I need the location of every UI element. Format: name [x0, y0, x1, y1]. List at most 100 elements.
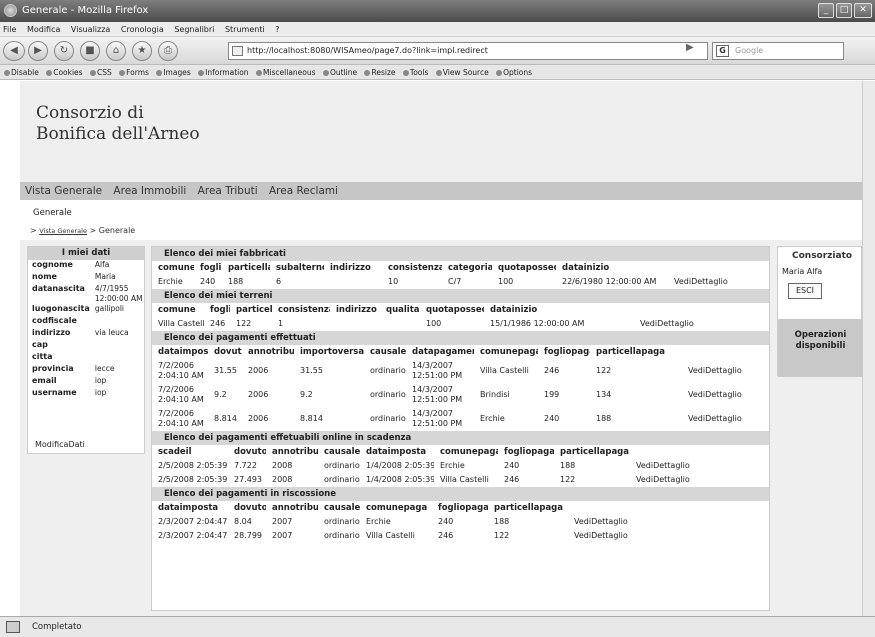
menu-segnalibri[interactable]: Segnalibri [174, 25, 214, 34]
tab-area-immobili[interactable]: Area Immobili [113, 185, 186, 197]
back-icon[interactable]: ◀ [3, 41, 25, 61]
vedi-dettaglio-link[interactable]: VediDettaglio [682, 366, 762, 376]
table-cell: 1/4/2008 2:05:39 AM [366, 461, 434, 470]
table-cell: Erchie [440, 461, 465, 470]
search-placeholder: Google [735, 46, 764, 55]
vedi-dettaglio-link[interactable]: VediDettaglio [682, 414, 762, 424]
column-header: dovuto [214, 347, 242, 357]
forward-icon[interactable]: ▶ [28, 41, 48, 61]
table-cell: 8.814 [300, 414, 323, 423]
dati-row: luogonascita gallipoli [28, 304, 144, 316]
dati-row: cognome Alfa [28, 260, 144, 272]
go-icon[interactable]: ▶ [686, 42, 694, 53]
dev-disable[interactable]: Disable [3, 68, 39, 77]
stop-icon[interactable]: ■ [80, 41, 100, 61]
close-icon[interactable]: ✕ [854, 3, 872, 18]
dev-tools[interactable]: Tools [402, 68, 428, 77]
dati-key: cap [32, 340, 48, 349]
tab-vista-generale[interactable]: Vista Generale [25, 185, 102, 197]
dati-value [95, 340, 144, 352]
dati-value: gallipoli [94, 304, 124, 313]
reload-icon[interactable]: ↻ [54, 41, 74, 61]
dev-css[interactable]: CSS [89, 68, 112, 77]
vedi-dettaglio-link[interactable]: VediDettaglio [668, 275, 728, 289]
dev-miscellaneous[interactable]: Miscellaneous [255, 68, 316, 77]
menu-strumenti[interactable]: Strumenti [225, 25, 265, 34]
table-cell: ordinario [324, 475, 360, 484]
terreni-header-row: comune foglio particella consistenza indiriz… [152, 303, 769, 317]
column-header: causale [324, 447, 360, 457]
dati-row: cap [28, 340, 144, 352]
dati-row: citta [28, 352, 144, 364]
table-cell: ordinario [324, 461, 360, 470]
dati-key: nome [32, 272, 57, 281]
column-header: consistenza [278, 305, 330, 315]
bookmark-icon[interactable]: ★ [132, 41, 152, 61]
vedi-dettaglio-link[interactable]: VediDettaglio [634, 317, 694, 331]
menu-help[interactable]: ? [275, 25, 279, 34]
menu-visualizza[interactable]: Visualizza [71, 25, 110, 34]
vedi-dettaglio-link[interactable]: VediDettaglio [568, 529, 648, 543]
column-header: dataimposta [366, 447, 427, 457]
dev-options[interactable]: Options [495, 68, 532, 77]
tab-area-tributi[interactable]: Area Tributi [198, 185, 258, 197]
vedi-dettaglio-link[interactable]: VediDettaglio [568, 515, 648, 529]
table-cell: 9.2 [300, 390, 313, 399]
vedi-dettaglio-link[interactable]: VediDettaglio [630, 459, 700, 473]
dev-view-source[interactable]: View Source [435, 68, 489, 77]
column-header: consistenza [388, 263, 442, 273]
menu-bar: File Modifica Visualizza Cronologia Segn… [0, 22, 875, 37]
table-cell: 15/1/1986 12:00:00 AM [490, 319, 585, 328]
column-header: qualita [386, 305, 420, 315]
dev-outline[interactable]: Outline [322, 68, 357, 77]
window-title: Generale - Mozilla Firefox [22, 5, 149, 16]
tab-area-reclami[interactable]: Area Reclami [269, 185, 338, 197]
modifica-dati-link[interactable]: ModificaDati [35, 440, 85, 449]
esci-button[interactable]: ESCI [788, 283, 822, 299]
menu-file[interactable]: File [3, 25, 16, 34]
dati-key: datanascita [32, 284, 85, 293]
minimize-icon[interactable]: _ [818, 3, 834, 18]
vertical-scrollbar[interactable] [862, 81, 875, 616]
menu-cronologia[interactable]: Cronologia [121, 25, 164, 34]
dati-key: citta [32, 352, 53, 361]
column-header: comunepaga [440, 447, 498, 457]
maximize-icon[interactable]: □ [836, 3, 852, 18]
dev-resize[interactable]: Resize [363, 68, 396, 77]
table-row: 7/2/2006 2:04:10 AM 31.55 2006 31.55 ordinar… [152, 359, 769, 383]
vedi-dettaglio-link[interactable]: VediDettaglio [630, 473, 700, 487]
dev-cookies[interactable]: Cookies [45, 68, 83, 77]
miei-dati-title: I miei dati [28, 247, 144, 260]
table-cell: 240 [438, 517, 454, 526]
column-header: foglio [210, 305, 230, 315]
table-cell: 246 [438, 531, 454, 540]
table-cell: 100 [426, 319, 442, 328]
dati-key: codfiscale [32, 316, 77, 325]
table-cell: 240 [544, 414, 560, 423]
menu-modifica[interactable]: Modifica [27, 25, 60, 34]
column-header [668, 261, 728, 275]
column-header: annotributo [272, 447, 318, 457]
table-cell: ordinario [324, 517, 360, 526]
vedi-dettaglio-link[interactable]: VediDettaglio [682, 390, 762, 400]
table-cell: Erchie [480, 414, 505, 423]
main-content: Elenco dei miei fabbricaticomunefogliopa… [151, 246, 770, 611]
table-cell: 8.814 [214, 414, 237, 423]
home-icon[interactable]: ⌂ [106, 41, 126, 61]
dev-forms[interactable]: Forms [118, 68, 149, 77]
dev-images[interactable]: Images [155, 68, 191, 77]
search-input[interactable]: G Google [712, 42, 844, 60]
table-cell: 14/3/2007 12:51:00 PM [412, 385, 463, 404]
table-cell: 27.493 [234, 475, 262, 484]
breadcrumb-link[interactable]: Vista Generale [39, 227, 87, 235]
window-titlebar: Generale - Mozilla Firefox _ □ ✕ [0, 0, 875, 22]
print-icon[interactable]: ⎙ [158, 41, 178, 61]
table-cell: 2008 [272, 475, 293, 484]
table-cell: 246 [544, 366, 560, 375]
url-bar[interactable]: http://localhost:8080/WISAmeo/page7.do?l… [228, 42, 708, 60]
column-header: indirizzo [336, 305, 377, 315]
table-cell: 1 [278, 319, 284, 328]
dev-information[interactable]: Information [197, 68, 249, 77]
table-cell: 7.722 [234, 461, 257, 470]
scadenza-title: Elenco dei pagamenti effetuabili online … [152, 431, 769, 445]
